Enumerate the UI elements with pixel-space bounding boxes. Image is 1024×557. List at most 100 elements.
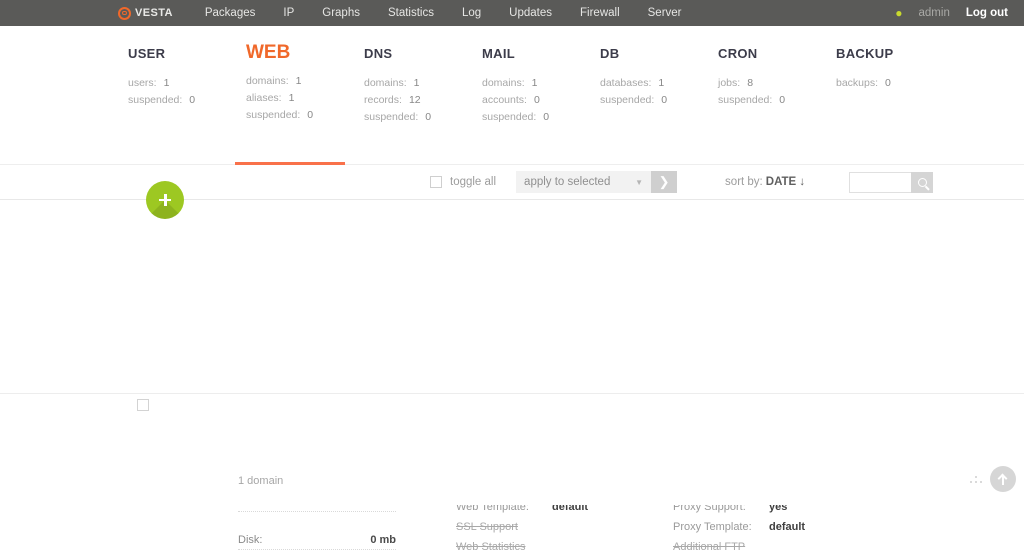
bell-icon[interactable]: ● (895, 7, 902, 19)
stat-row: users:1 (128, 75, 246, 92)
stat-block-mail[interactable]: MAIL domains:1 accounts:0 suspended:0 (482, 46, 600, 126)
stat-value: 1 (157, 75, 170, 92)
stat-block-cron[interactable]: CRON jobs:8 suspended:0 (718, 46, 836, 126)
nav-left-group: VESTA Packages IP Graphs Statistics Log … (118, 0, 696, 26)
stat-value: 0 (527, 92, 540, 109)
domain-details-right: Proxy Support: yes Proxy Template: defau… (673, 497, 873, 557)
detail-label: Additional FTP (673, 537, 769, 557)
scroll-to-top-button[interactable] (990, 466, 1016, 492)
stat-row: domains:1 (364, 75, 482, 92)
stat-row: suspended:0 (246, 107, 364, 124)
usage-disk: Disk: 0 mb (238, 534, 396, 550)
stat-row: suspended:0 (482, 109, 600, 126)
toggle-all-label[interactable]: toggle all (450, 176, 496, 188)
stat-label: suspended: (482, 111, 536, 123)
page-footer: 1 domain (0, 396, 1024, 505)
sort-by-control[interactable]: sort by:DATE ↓ (725, 176, 805, 188)
row-select-checkbox[interactable] (137, 399, 149, 411)
vesta-logo-text: VESTA (135, 7, 173, 19)
nav-item-statistics[interactable]: Statistics (374, 0, 448, 26)
stat-block-dns[interactable]: DNS domains:1 records:12 suspended:0 (364, 46, 482, 126)
stat-row: databases:1 (600, 75, 718, 92)
detail-label: Web Statistics (456, 537, 552, 557)
domain-details-left: Web Template: default SSL Support Web St… (456, 497, 656, 557)
stat-row: suspended:0 (364, 109, 482, 126)
nav-item-graphs[interactable]: Graphs (308, 0, 374, 26)
apply-to-selected-group: apply to selected ▼ ❯ (516, 171, 677, 193)
nav-user-admin[interactable]: admin (919, 7, 950, 19)
toggle-all-checkbox[interactable] (430, 176, 442, 188)
vesta-logo[interactable]: VESTA (118, 7, 173, 20)
detail-label: SSL Support (456, 517, 552, 537)
grid-dots-icon[interactable] (970, 476, 982, 486)
stat-label: domains: (364, 77, 407, 89)
stat-title-user: USER (128, 46, 246, 61)
stat-label: records: (364, 94, 402, 106)
arrow-up-icon (998, 473, 1008, 485)
chevron-right-icon: ❯ (659, 174, 670, 190)
stat-value: 8 (740, 75, 753, 92)
stat-label: jobs: (718, 77, 740, 89)
stat-row: domains:1 (482, 75, 600, 92)
stats-panel: USER users:1 suspended:0 WEB domains:1 a… (0, 26, 1024, 165)
stat-label: suspended: (600, 94, 654, 106)
stat-label: backups: (836, 77, 878, 89)
search-group (849, 172, 933, 193)
nav-logout-button[interactable]: Log out (966, 7, 1008, 19)
nav-item-server[interactable]: Server (634, 0, 696, 26)
detail-web-statistics: Web Statistics (456, 537, 656, 557)
stat-title-web: WEB (246, 46, 364, 59)
add-domain-button[interactable] (146, 181, 184, 219)
domain-count-label: 1 domain (238, 475, 283, 487)
stat-value: 0 (418, 109, 431, 126)
detail-label: Proxy Template: (673, 517, 769, 537)
stat-row: backups:0 (836, 75, 954, 92)
stat-label: accounts: (482, 94, 527, 106)
toolbar-controls: toggle all apply to selected ▼ ❯ sort by… (430, 171, 933, 193)
stat-title-dns: DNS (364, 46, 482, 61)
stat-label: suspended: (246, 109, 300, 121)
stat-label: aliases: (246, 92, 282, 104)
stat-value: 0 (182, 92, 195, 109)
sort-by-label: sort by: (725, 176, 763, 188)
search-input[interactable] (849, 172, 911, 193)
stat-row: aliases:1 (246, 90, 364, 107)
stat-row: suspended:0 (718, 92, 836, 109)
stat-row: jobs:8 (718, 75, 836, 92)
apply-go-button[interactable]: ❯ (651, 171, 677, 193)
stat-value: 0 (878, 75, 891, 92)
nav-item-firewall[interactable]: Firewall (566, 0, 634, 26)
stat-title-mail: MAIL (482, 46, 600, 61)
stat-value: 0 (300, 107, 313, 124)
stat-block-db[interactable]: DB databases:1 suspended:0 (600, 46, 718, 126)
nav-item-updates[interactable]: Updates (495, 0, 566, 26)
stat-block-web[interactable]: WEB domains:1 aliases:1 suspended:0 (246, 46, 364, 126)
search-button[interactable] (911, 172, 933, 193)
nav-item-ip[interactable]: IP (269, 0, 308, 26)
stat-row: accounts:0 (482, 92, 600, 109)
stat-row: records:12 (364, 92, 482, 109)
apply-to-selected-value: apply to selected (524, 176, 610, 188)
stat-block-user[interactable]: USER users:1 suspended:0 (128, 46, 246, 126)
stat-label: suspended: (364, 111, 418, 123)
usage-value: 0 mb (370, 534, 396, 546)
stat-value: 0 (772, 92, 785, 109)
stat-title-db: DB (600, 46, 718, 61)
detail-ssl-support: SSL Support (456, 517, 656, 537)
stat-label: databases: (600, 77, 651, 89)
stat-value: 1 (651, 75, 664, 92)
detail-additional-ftp: Additional FTP (673, 537, 873, 557)
apply-to-selected-select[interactable]: apply to selected ▼ (516, 171, 651, 193)
nav-item-packages[interactable]: Packages (191, 0, 270, 26)
stat-label: suspended: (718, 94, 772, 106)
top-navigation-bar: VESTA Packages IP Graphs Statistics Log … (0, 0, 1024, 26)
nav-item-log[interactable]: Log (448, 0, 495, 26)
stat-label: users: (128, 77, 157, 89)
usage-label: Disk: (238, 534, 262, 546)
sort-by-value: DATE ↓ (763, 176, 805, 188)
stat-block-backup[interactable]: BACKUP backups:0 (836, 46, 954, 126)
detail-proxy-template: Proxy Template: default (673, 517, 873, 537)
nav-right-group: ● admin Log out (895, 7, 1008, 19)
stat-label: suspended: (128, 94, 182, 106)
stat-title-cron: CRON (718, 46, 836, 61)
